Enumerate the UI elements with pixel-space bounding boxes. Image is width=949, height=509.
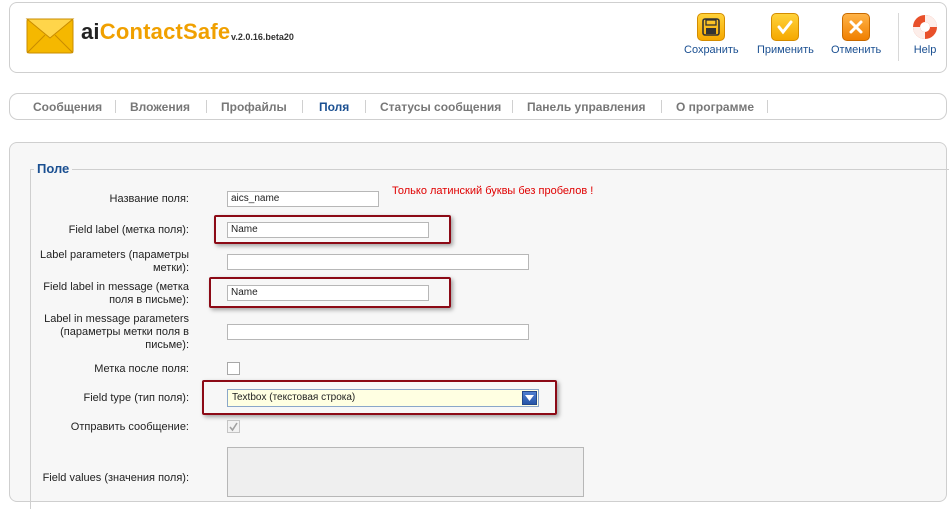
tab-separator <box>115 100 116 113</box>
label-params-input[interactable] <box>227 254 529 270</box>
msg-params-input[interactable] <box>227 324 529 340</box>
save-button[interactable]: Сохранить <box>684 13 739 56</box>
tab-separator <box>302 100 303 113</box>
apply-label: Применить <box>757 44 814 56</box>
header-toolbar: aiContactSafe v.2.0.16.beta20 Сохранить … <box>9 2 947 73</box>
send-message-checkbox[interactable] <box>227 420 240 433</box>
msg-params-line: (параметры метки поля в <box>60 326 189 338</box>
send-message-label: Отправить сообщение: <box>70 421 189 433</box>
field-name-hint: Только латинский буквы без пробелов ! <box>392 185 594 197</box>
field-values-label: Field values (значения поля): <box>42 472 189 484</box>
help-button[interactable]: Help <box>911 13 939 56</box>
tab-separator <box>365 100 366 113</box>
close-icon <box>842 13 871 41</box>
tab-fields[interactable]: Поля <box>319 100 349 114</box>
field-name-input[interactable]: aics_name <box>227 191 379 207</box>
label-params-line: Label parameters (параметры <box>39 249 189 261</box>
msg-label-line: Field label in message (метка <box>43 281 189 293</box>
lifebuoy-icon <box>911 13 939 41</box>
tab-bar: Сообщения Вложения Профайлы Поля Статусы… <box>9 93 947 120</box>
checkmark-icon <box>771 13 800 41</box>
envelope-logo-icon <box>25 18 75 54</box>
app-title-main: ContactSafe <box>99 19 231 44</box>
checkmark-icon <box>229 422 238 432</box>
tab-attachments[interactable]: Вложения <box>130 100 190 114</box>
msg-params-line: Label in message parameters <box>44 313 189 325</box>
tab-message-statuses[interactable]: Статусы сообщения <box>380 100 501 114</box>
tab-separator <box>767 100 768 113</box>
floppy-disk-icon <box>697 13 726 41</box>
field-name-label: Название поля: <box>109 193 189 205</box>
msg-label-line: поля в письме): <box>109 294 189 306</box>
msg-params-line: письме): <box>145 339 189 351</box>
tab-separator <box>512 100 513 113</box>
fieldset-legend: Поле <box>34 161 73 176</box>
tab-separator <box>661 100 662 113</box>
label-after-label: Метка после поля: <box>94 363 189 375</box>
tab-separator <box>206 100 207 113</box>
tab-messages[interactable]: Сообщения <box>33 100 102 114</box>
field-type-value: Textbox (текстовая строка) <box>232 392 356 403</box>
tab-profiles[interactable]: Профайлы <box>221 100 287 114</box>
field-values-textarea[interactable] <box>227 447 584 497</box>
label-params-label: Label parameters (параметры метки): <box>19 249 189 275</box>
app-version: v.2.0.16.beta20 <box>231 32 294 42</box>
tab-about[interactable]: О программе <box>676 100 754 114</box>
msg-label-input[interactable]: Name <box>227 285 429 301</box>
field-type-select[interactable]: Textbox (текстовая строка) <box>227 389 539 407</box>
apply-button[interactable]: Применить <box>757 13 814 56</box>
msg-params-label: Label in message parameters (параметры м… <box>19 313 189 352</box>
cancel-label: Отменить <box>831 44 882 56</box>
app-title: aiContactSafe <box>81 19 230 45</box>
field-type-label: Field type (тип поля): <box>83 392 189 404</box>
field-label-label: Field label (метка поля): <box>68 224 189 236</box>
save-label: Сохранить <box>684 44 739 56</box>
msg-label-label: Field label in message (метка поля в пис… <box>19 281 189 307</box>
chevron-down-icon[interactable] <box>522 391 537 405</box>
cancel-button[interactable]: Отменить <box>831 13 881 56</box>
label-params-line: метки): <box>152 262 189 274</box>
app-title-prefix: ai <box>81 19 100 44</box>
label-after-checkbox[interactable] <box>227 362 240 375</box>
toolbar-divider <box>898 13 899 61</box>
tab-control-panel[interactable]: Панель управления <box>527 100 645 114</box>
help-label: Help <box>913 44 937 56</box>
field-label-input[interactable]: Name <box>227 222 429 238</box>
